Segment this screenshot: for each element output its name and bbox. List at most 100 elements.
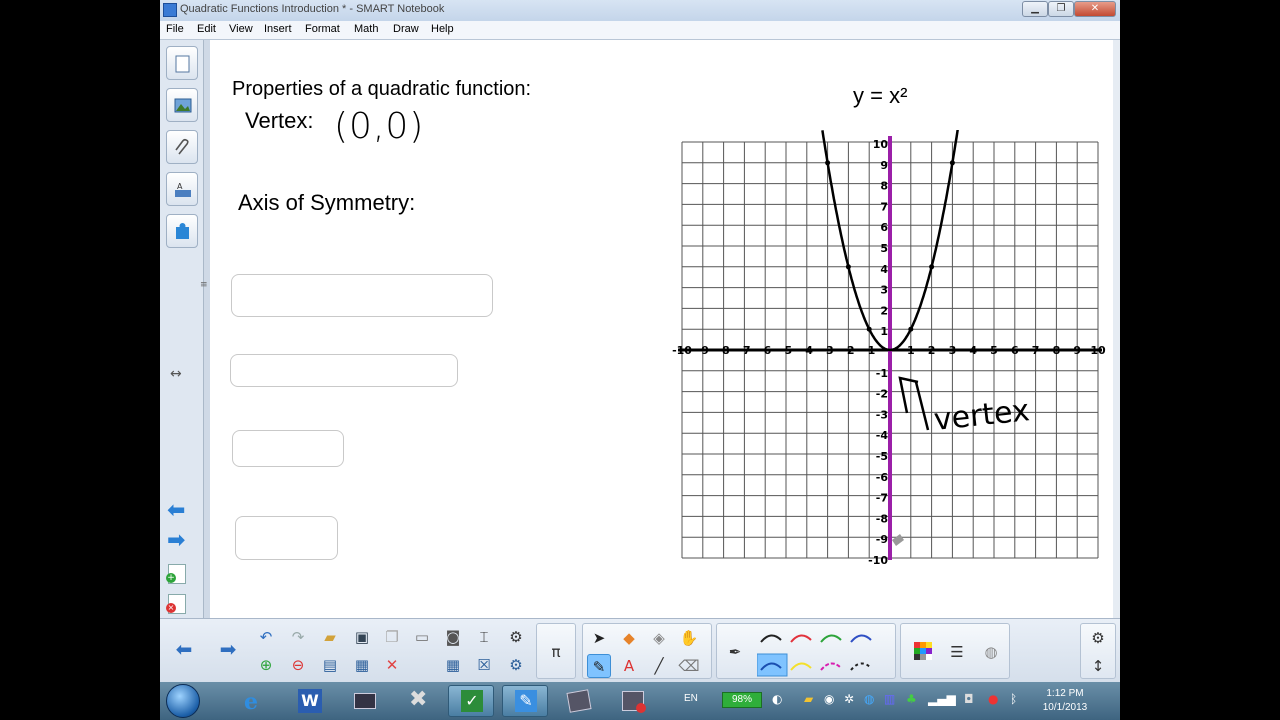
pen-green-swatch[interactable] bbox=[820, 634, 842, 643]
pen-black-swatch[interactable] bbox=[760, 634, 782, 643]
monitor-icon[interactable]: ▦ bbox=[350, 653, 374, 677]
plotted-point bbox=[908, 326, 914, 332]
pen-blue-swatch[interactable] bbox=[850, 634, 872, 643]
add-page-icon[interactable]: + bbox=[166, 564, 186, 584]
answer-box[interactable] bbox=[232, 430, 344, 467]
select-arrow-icon[interactable]: ➤ bbox=[587, 626, 611, 650]
pen-color-swatches bbox=[757, 634, 872, 677]
menu-insert[interactable]: Insert bbox=[264, 23, 292, 35]
previous-page-icon[interactable]: ⬅ bbox=[167, 498, 185, 523]
smart-board-tools-icon[interactable] bbox=[556, 685, 602, 717]
smart-notebook-taskbar-icon[interactable]: ✎ bbox=[502, 685, 548, 717]
menu-math[interactable]: Math bbox=[354, 23, 378, 35]
clear-icon[interactable]: ☒ bbox=[472, 653, 496, 677]
arrow-annotation-shaft bbox=[914, 381, 930, 431]
delete-icon[interactable]: ✕ bbox=[380, 653, 404, 677]
table-icon[interactable]: ▦ bbox=[441, 653, 465, 677]
settings-tray-icon[interactable]: ✲ bbox=[844, 692, 854, 706]
menu-view[interactable]: View bbox=[229, 23, 253, 35]
color-palette-icon[interactable] bbox=[911, 640, 935, 664]
next-page-icon[interactable]: ➡ bbox=[167, 528, 185, 553]
eraser-icon[interactable]: ◈ bbox=[647, 626, 671, 650]
screen-shade-icon[interactable]: ▣ bbox=[350, 625, 374, 649]
tab-page-sorter[interactable] bbox=[166, 46, 198, 80]
expand-arrows-icon[interactable]: ↔ bbox=[170, 366, 182, 382]
tab-properties[interactable]: A bbox=[166, 172, 198, 206]
smart-recorder-icon[interactable] bbox=[610, 685, 656, 717]
tab-addons[interactable] bbox=[166, 214, 198, 248]
shapes-icon[interactable]: ◆ bbox=[617, 626, 641, 650]
smart-check-icon[interactable]: ✓ bbox=[448, 685, 494, 717]
menu-edit[interactable]: Edit bbox=[197, 23, 216, 35]
menu-bar: File Edit View Insert Format Math Draw H… bbox=[160, 21, 1120, 40]
clock[interactable]: 1:12 PM 10/1/2013 bbox=[1030, 687, 1100, 715]
vertical-scrollbar[interactable] bbox=[1113, 40, 1120, 618]
delete-page-toolbar-icon[interactable]: ⊖ bbox=[286, 653, 310, 677]
network-globe-tray-icon[interactable]: ◍ bbox=[864, 692, 874, 706]
agent-tray-icon[interactable]: ♣ bbox=[906, 692, 917, 706]
menu-format[interactable]: Format bbox=[305, 23, 340, 35]
line-tool-icon[interactable]: ╱ bbox=[647, 654, 671, 678]
save-icon[interactable]: ▤ bbox=[318, 653, 342, 677]
tools-icon[interactable]: ✖ bbox=[396, 685, 442, 717]
notebook-tray-icon[interactable]: ▥ bbox=[884, 692, 895, 706]
open-file-icon[interactable]: ▰ bbox=[318, 625, 342, 649]
pen-dashed-swatch[interactable] bbox=[850, 662, 872, 671]
line-style-icon[interactable]: ☰ bbox=[945, 640, 969, 664]
word-icon[interactable]: W bbox=[288, 685, 334, 717]
y-tick-label: -10 bbox=[868, 554, 888, 567]
answer-box[interactable] bbox=[235, 516, 338, 560]
table-tool-icon[interactable]: ⌶ bbox=[472, 625, 496, 649]
capture-icon[interactable]: ◙ bbox=[441, 625, 465, 649]
text-tool-icon[interactable]: A bbox=[617, 654, 641, 678]
whiteboard-page[interactable]: Properties of a quadratic function: Vert… bbox=[210, 40, 1118, 618]
battery-indicator[interactable]: 98% bbox=[722, 692, 762, 708]
display-icon[interactable]: ▭ bbox=[410, 625, 434, 649]
pen-type-icon[interactable]: ✒ bbox=[723, 640, 747, 664]
internet-explorer-icon[interactable]: e bbox=[232, 685, 278, 717]
fill-eraser-icon[interactable]: ⌫ bbox=[677, 654, 701, 678]
language-indicator[interactable]: EN bbox=[684, 693, 698, 704]
add-page-toolbar-icon[interactable]: ⊕ bbox=[254, 653, 278, 677]
y-tick-label: 3 bbox=[880, 284, 888, 297]
pen-selected-swatch[interactable] bbox=[757, 653, 788, 677]
answer-box[interactable] bbox=[230, 354, 458, 387]
minimize-button[interactable]: ▁ bbox=[1022, 1, 1048, 17]
menu-help[interactable]: Help bbox=[431, 23, 454, 35]
pen-magenta-swatch[interactable] bbox=[820, 662, 842, 671]
y-tick-label: 8 bbox=[880, 180, 888, 193]
undo-icon[interactable]: ↶ bbox=[254, 625, 278, 649]
tab-gallery[interactable] bbox=[166, 88, 198, 122]
menu-file[interactable]: File bbox=[166, 23, 184, 35]
start-button[interactable] bbox=[166, 684, 200, 718]
magic-pen-icon[interactable]: ✋ bbox=[677, 626, 701, 650]
smart-tray-icon[interactable]: ◉ bbox=[824, 692, 834, 706]
signal-tray-icon[interactable]: ▂▄▆ bbox=[928, 692, 956, 706]
sync-tray-icon[interactable]: ◐ bbox=[772, 692, 782, 706]
next-page-button[interactable]: ➡ bbox=[216, 637, 240, 661]
maximize-button[interactable]: ❐ bbox=[1048, 1, 1074, 17]
delete-page-icon[interactable]: × bbox=[166, 594, 186, 614]
folder-tray-icon[interactable]: ▰ bbox=[804, 692, 813, 706]
pens-icon[interactable]: ✎ bbox=[587, 654, 611, 678]
alert-tray-icon[interactable]: ● bbox=[988, 692, 998, 706]
scanner-icon[interactable] bbox=[342, 685, 388, 717]
properties-tool-icon[interactable]: ⚙ bbox=[504, 625, 528, 649]
previous-page-button[interactable]: ⬅ bbox=[172, 637, 196, 661]
menu-draw[interactable]: Draw bbox=[393, 23, 419, 35]
transparency-icon[interactable]: ◍ bbox=[979, 640, 1003, 664]
bluetooth-tray-icon[interactable]: ᛒ bbox=[1010, 692, 1017, 706]
pen-yellow-swatch[interactable] bbox=[790, 662, 812, 671]
resize-handle-icon[interactable]: ≡ bbox=[200, 280, 208, 290]
answer-box[interactable] bbox=[231, 274, 493, 317]
tab-attachments[interactable] bbox=[166, 130, 198, 164]
toolbar-settings-icon[interactable]: ⚙ bbox=[1086, 626, 1110, 650]
paste-icon[interactable]: ❐ bbox=[380, 625, 404, 649]
pi-icon[interactable]: π bbox=[544, 640, 568, 664]
pen-red-swatch[interactable] bbox=[790, 634, 812, 643]
settings-tool-icon[interactable]: ⚙ bbox=[504, 653, 528, 677]
toolbar-move-icon[interactable]: ↕ bbox=[1086, 654, 1110, 678]
close-button[interactable]: ✕ bbox=[1074, 1, 1116, 17]
redo-icon[interactable]: ↷ bbox=[286, 625, 310, 649]
sound-tray-icon[interactable]: ◘ bbox=[964, 692, 974, 706]
